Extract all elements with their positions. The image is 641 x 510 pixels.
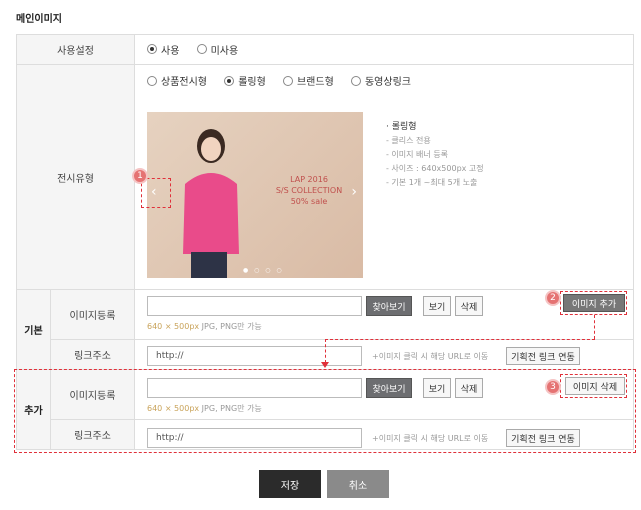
banner-text: LAP 2016 S/S COLLECTION 50% sale [275,175,343,206]
radio-dot [282,75,293,86]
radio-dot [350,75,361,86]
annotation-box-extra-section [14,369,636,453]
usage-options: 사용 미사용 [134,34,634,65]
banner-pager-dots[interactable]: ● ○ ○ ○ [243,267,284,274]
radio-rolling[interactable]: 롤링형 [224,73,266,88]
radio-dot-selected [224,75,235,86]
radio-unused[interactable]: 미사용 [196,42,238,57]
radio-product[interactable]: 상품전시형 [147,73,207,88]
annotation-connector-vertical [594,315,595,339]
basic-image-file-input[interactable] [147,296,362,316]
radio-brand[interactable]: 브랜드형 [282,73,334,88]
annotation-arrow-icon [321,362,329,368]
annotation-badge-1: 1 [132,168,148,184]
radio-dot [196,44,207,55]
basic-size-note: 640 × 500px JPG, PNG만 가능 [147,322,262,331]
basic-image-label: 이미지등록 [50,289,135,340]
display-type-label: 전시유형 [16,64,135,290]
basic-browse-button[interactable]: 찾아보기 [366,296,412,316]
rolling-info: · 롤링형 - 클리스 전용 - 이미지 배너 등록 - 사이즈 : 640x5… [386,122,484,187]
basic-link-hint: +이미지 클릭 시 해당 URL로 이동 [372,352,489,361]
basic-group-label: 기본 [16,289,51,370]
radio-video-link[interactable]: 동영상링크 [350,73,411,88]
annotation-box-2 [560,291,627,315]
annotation-box-3 [560,374,627,398]
annotation-badge-2: 2 [545,290,561,306]
cancel-button[interactable]: 취소 [327,470,389,498]
basic-view-button[interactable]: 보기 [423,296,451,316]
basic-link-connect-button[interactable]: 기획전 링크 연동 [506,347,580,365]
usage-label: 사용설정 [16,34,135,65]
save-button[interactable]: 저장 [259,470,321,498]
radio-use[interactable]: 사용 [147,42,179,57]
basic-link-label: 링크주소 [50,339,135,370]
basic-delete-button[interactable]: 삭제 [455,296,483,316]
annotation-connector-horizontal [325,339,595,340]
annotation-connector-down [325,339,326,363]
model-figure [183,129,239,278]
annotation-badge-3: 3 [545,379,561,395]
radio-dot-selected [147,44,157,55]
section-title: 메인이미지 [16,14,62,25]
banner-preview: ‹ › LAP 2016 S/S COLLECTION 50% sale ● ○… [147,112,363,278]
basic-link-input[interactable]: http:// [147,346,362,366]
radio-dot [147,75,157,86]
annotation-box-1 [141,178,171,208]
